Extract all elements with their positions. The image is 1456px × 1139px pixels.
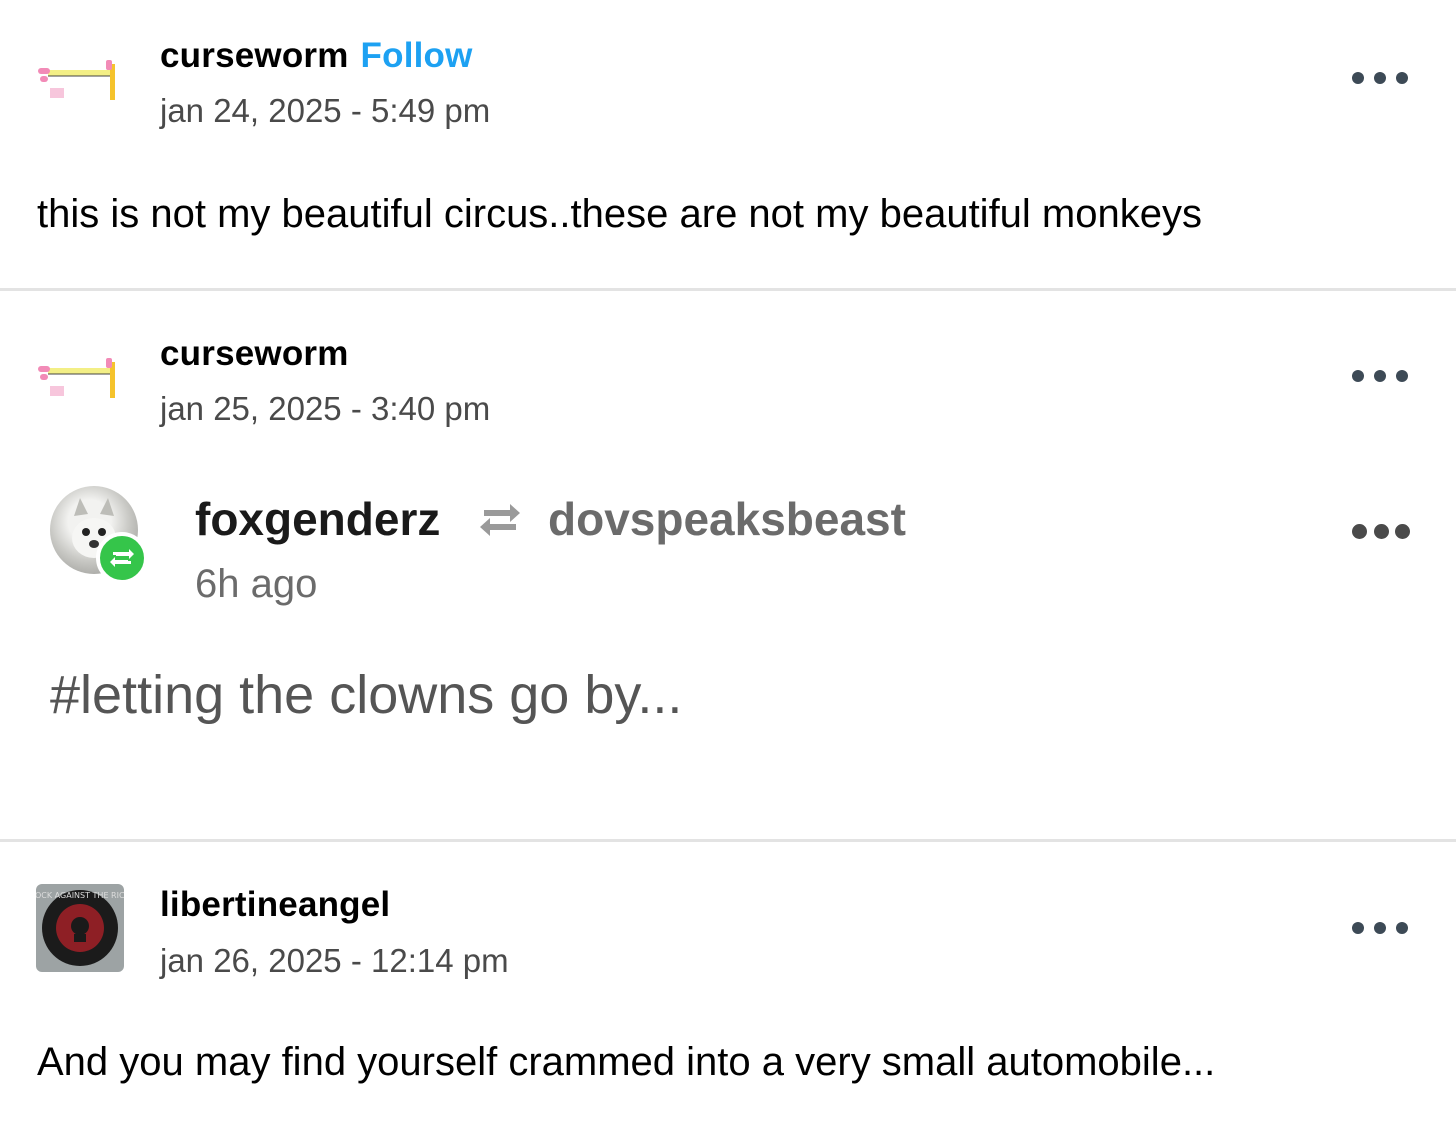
- avatar-text: ROCK AGAINST THE RICH: [36, 891, 124, 900]
- divider: [0, 839, 1456, 842]
- post-body-text: this is not my beautiful circus..these a…: [37, 192, 1202, 236]
- more-options-icon[interactable]: [1352, 920, 1408, 936]
- post-username[interactable]: curseworm Follow: [160, 36, 473, 76]
- embed-tag: #letting the clowns go by...: [50, 665, 683, 725]
- embed-reblogged-from: dovspeaksbeast: [548, 493, 906, 545]
- follow-button[interactable]: Follow: [361, 36, 473, 75]
- more-options-icon[interactable]: [1352, 70, 1408, 86]
- post-username[interactable]: libertineangel: [160, 885, 390, 925]
- post-1: curseworm Follow jan 24, 2025 - 5:49 pm t…: [0, 0, 1456, 288]
- embed-username: foxgenderz: [195, 493, 441, 545]
- embed-time: 6h ago: [195, 562, 318, 606]
- username-text[interactable]: curseworm: [160, 36, 349, 75]
- post-body-text: And you may find yourself crammed into a…: [37, 1040, 1216, 1084]
- libertineangel-avatar[interactable]: ROCK AGAINST THE RICH: [29, 884, 131, 972]
- more-options-icon: [1352, 522, 1410, 540]
- post-timestamp[interactable]: jan 26, 2025 - 12:14 pm: [160, 942, 509, 980]
- reblog-badge-icon: [96, 532, 148, 584]
- curseworm-avatar[interactable]: [36, 56, 124, 144]
- more-options-icon[interactable]: [1352, 368, 1408, 384]
- post-timestamp[interactable]: jan 25, 2025 - 3:40 pm: [160, 390, 490, 428]
- post-timestamp[interactable]: jan 24, 2025 - 5:49 pm: [160, 92, 490, 130]
- reblog-icon: [476, 496, 524, 544]
- post-username[interactable]: curseworm: [160, 334, 349, 374]
- curseworm-avatar[interactable]: [36, 354, 124, 442]
